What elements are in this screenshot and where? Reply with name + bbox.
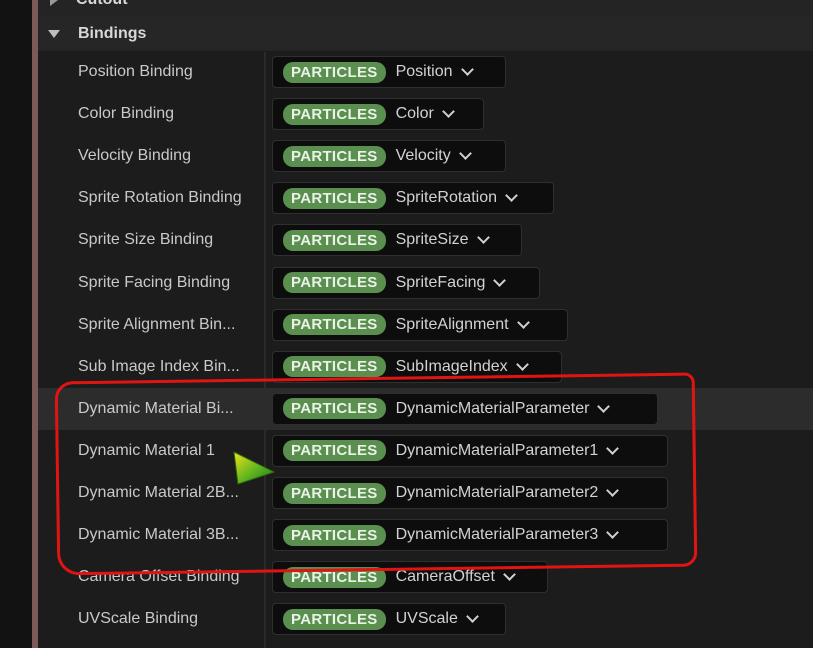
chevron-down-icon[interactable] — [476, 231, 490, 245]
binding-value: SubImageIndex — [395, 357, 508, 375]
binding-row[interactable]: Sub Image Index Bin... PARTICLES SubImageI… — [38, 346, 813, 388]
binding-dropdown[interactable]: PARTICLES SpriteRotation — [272, 182, 554, 215]
chevron-down-icon[interactable] — [516, 315, 530, 329]
section-cutout[interactable]: Cutout — [38, 0, 813, 17]
section-bindings-label: Bindings — [78, 25, 147, 42]
binding-row[interactable]: Sprite Rotation Binding PARTICLES SpriteRo… — [38, 177, 813, 219]
binding-name-label: Sprite Size Binding — [78, 231, 214, 249]
binding-row[interactable]: Position Binding PARTICLES Position — [38, 51, 813, 93]
binding-dropdown[interactable]: PARTICLES Color — [272, 98, 484, 131]
binding-row[interactable]: Dynamic Material Bi... PARTICLES DynamicMa… — [38, 387, 813, 430]
left-strip — [0, 0, 32, 648]
binding-value: DynamicMaterialParameter2 — [395, 484, 599, 501]
namespace-badge: PARTICLES — [283, 272, 386, 293]
binding-row[interactable]: Sprite Facing Binding PARTICLES SpriteFaci… — [38, 262, 813, 304]
namespace-badge: PARTICLES — [283, 356, 386, 378]
namespace-badge: PARTICLES — [283, 524, 386, 546]
binding-name-label: UVScale Binding — [78, 610, 199, 628]
binding-value: SpriteAlignment — [395, 315, 509, 333]
namespace-badge: PARTICLES — [283, 229, 386, 251]
binding-value: DynamicMaterialParameter — [395, 399, 590, 417]
chevron-down-icon[interactable] — [441, 105, 455, 118]
binding-value: DynamicMaterialParameter3 — [395, 526, 599, 544]
binding-name-label: Sprite Facing Binding — [78, 273, 231, 291]
binding-name-label: Dynamic Material 3B... — [78, 526, 239, 544]
chevron-down-icon[interactable] — [606, 442, 620, 455]
chevron-down-icon[interactable] — [493, 273, 507, 287]
binding-row[interactable]: UVScale Binding PARTICLES UVScale — [38, 598, 813, 640]
binding-row[interactable]: Sprite Alignment Bin... PARTICLES SpriteAl… — [38, 304, 813, 346]
namespace-badge: PARTICLES — [283, 103, 386, 125]
binding-name-label: Position Binding — [78, 63, 193, 80]
namespace-badge: PARTICLES — [283, 314, 386, 336]
binding-name-label: Sprite Rotation Binding — [78, 189, 242, 207]
binding-name-label: Sprite Alignment Bin... — [78, 315, 236, 333]
binding-value: UVScale — [395, 610, 458, 628]
binding-dropdown[interactable]: PARTICLES DynamicMaterialParameter — [272, 392, 658, 425]
binding-value: SpriteRotation — [395, 189, 497, 207]
binding-value: SpriteSize — [395, 231, 469, 249]
binding-value: Velocity — [395, 147, 451, 165]
expand-arrow-icon[interactable] — [50, 0, 58, 6]
binding-name-label: Sub Image Index Bin... — [78, 357, 240, 375]
binding-value: Color — [395, 105, 434, 123]
binding-dropdown[interactable]: PARTICLES CameraOffset — [272, 561, 548, 594]
binding-name-label: Velocity Binding — [78, 147, 191, 165]
namespace-badge: PARTICLES — [283, 566, 386, 588]
binding-row[interactable]: Dynamic Material 3B... PARTICLES DynamicMa… — [38, 514, 813, 556]
namespace-badge: PARTICLES — [283, 145, 386, 167]
section-bindings[interactable]: Bindings — [38, 17, 813, 52]
binding-dropdown[interactable]: PARTICLES DynamicMaterialParameter2 — [272, 477, 668, 509]
chevron-down-icon[interactable] — [460, 63, 474, 76]
pointer-cursor-icon — [233, 451, 276, 485]
chevron-down-icon[interactable] — [606, 484, 620, 497]
namespace-badge: PARTICLES — [283, 61, 386, 83]
binding-dropdown[interactable]: PARTICLES DynamicMaterialParameter3 — [272, 519, 668, 552]
binding-name-label: Camera Offset Binding — [78, 568, 240, 586]
chevron-down-icon[interactable] — [465, 610, 479, 624]
namespace-badge: PARTICLES — [283, 482, 386, 504]
namespace-badge: PARTICLES — [283, 440, 386, 462]
namespace-badge: PARTICLES — [283, 398, 386, 420]
chevron-down-icon[interactable] — [458, 147, 472, 161]
binding-row[interactable]: Dynamic Material 2B... PARTICLES DynamicMa… — [38, 472, 813, 514]
section-cutout-label: Cutout — [76, 0, 128, 9]
binding-value: CameraOffset — [395, 568, 495, 586]
binding-row[interactable]: Velocity Binding PARTICLES Velocity — [38, 135, 813, 177]
binding-dropdown[interactable]: PARTICLES SpriteSize — [272, 224, 522, 257]
namespace-badge: PARTICLES — [283, 608, 386, 630]
binding-dropdown[interactable]: PARTICLES UVScale — [272, 603, 506, 636]
namespace-badge: PARTICLES — [283, 187, 386, 209]
binding-dropdown[interactable]: PARTICLES SubImageIndex — [272, 350, 562, 383]
binding-row[interactable]: Dynamic Material 1 PARTICLES DynamicMateri… — [38, 430, 813, 472]
binding-name-label: Dynamic Material Bi... — [78, 399, 234, 417]
binding-row[interactable]: Sprite Size Binding PARTICLES SpriteSize — [38, 219, 813, 261]
binding-row[interactable]: Camera Offset Binding PARTICLES CameraOffs… — [38, 556, 813, 598]
binding-name-label: Color Binding — [78, 105, 175, 123]
binding-dropdown[interactable]: PARTICLES Velocity — [272, 140, 506, 173]
binding-dropdown[interactable]: PARTICLES Position — [272, 56, 506, 88]
binding-row[interactable]: Color Binding PARTICLES Color — [38, 93, 813, 135]
binding-value: DynamicMaterialParameter1 — [395, 441, 599, 459]
binding-dropdown[interactable]: PARTICLES DynamicMaterialParameter1 — [272, 434, 668, 467]
chevron-down-icon[interactable] — [606, 526, 620, 539]
binding-dropdown[interactable]: PARTICLES SpriteFacing — [272, 266, 540, 299]
chevron-down-icon[interactable] — [503, 568, 516, 582]
chevron-down-icon[interactable] — [505, 189, 518, 203]
binding-dropdown[interactable]: PARTICLES SpriteAlignment — [272, 308, 568, 341]
collapse-arrow-icon[interactable] — [48, 30, 60, 38]
binding-value: SpriteFacing — [395, 273, 486, 291]
chevron-down-icon[interactable] — [597, 399, 611, 413]
chevron-down-icon[interactable] — [515, 357, 529, 371]
binding-value: Position — [395, 63, 453, 80]
